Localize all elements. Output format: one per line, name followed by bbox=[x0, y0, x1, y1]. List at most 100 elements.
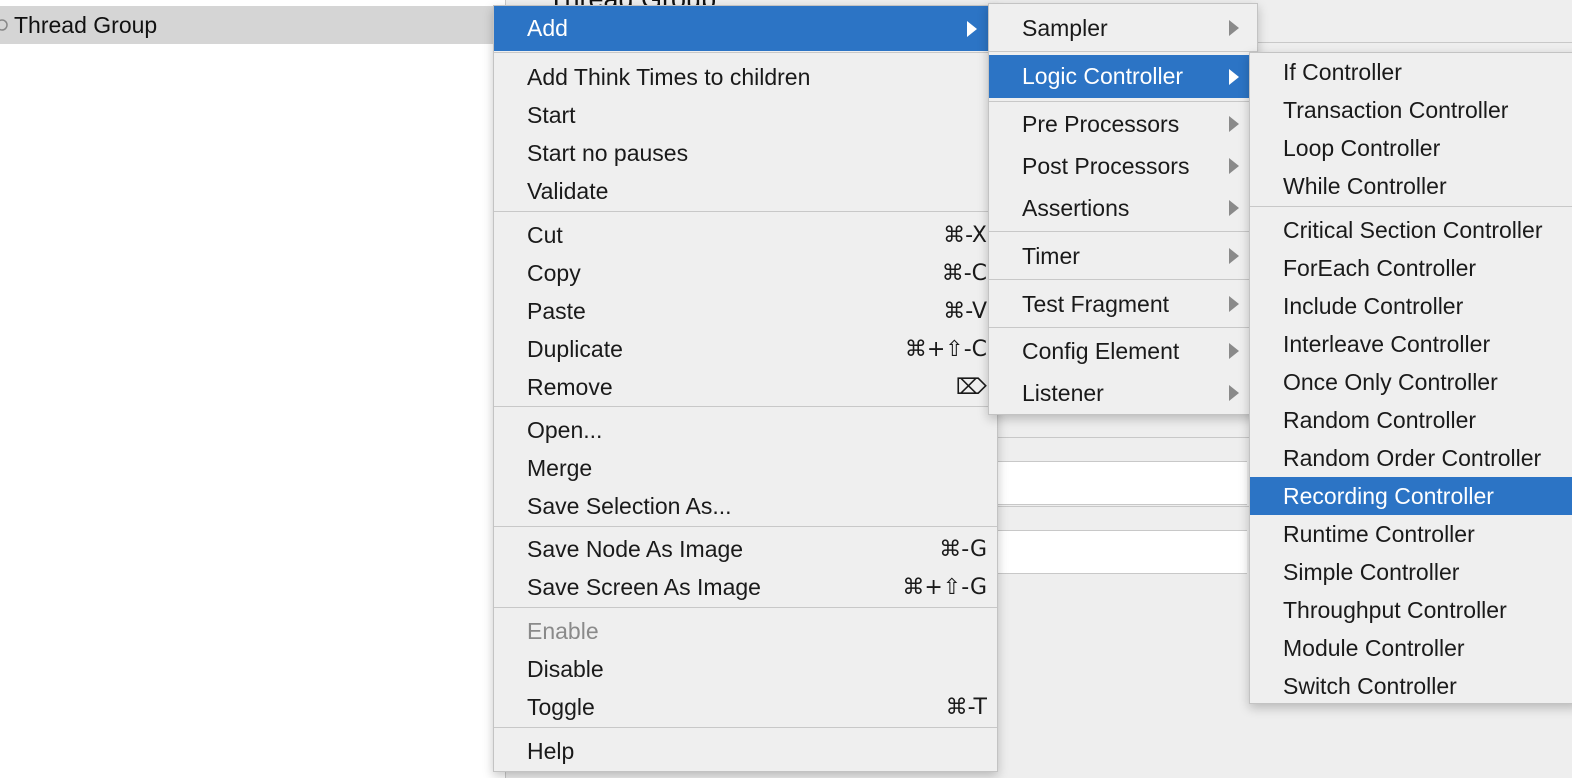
menu-item-label: Random Order Controller bbox=[1283, 444, 1542, 471]
menu-item-label: Test Fragment bbox=[1022, 290, 1169, 317]
menu-item-label: Start bbox=[527, 101, 576, 128]
delete-key-icon: ⌦ bbox=[955, 374, 987, 400]
menu-item-label: Logic Controller bbox=[1022, 63, 1184, 89]
menu-item-merge[interactable]: Merge bbox=[494, 449, 997, 487]
menu-item-help[interactable]: Help bbox=[494, 732, 997, 770]
submenu-item-include-controller[interactable]: Include Controller bbox=[1250, 287, 1572, 325]
submenu-item-pre-processors[interactable]: Pre Processors bbox=[989, 104, 1257, 144]
menu-item-save-screen-as-image[interactable]: Save Screen As Image ⌘+⇧-G bbox=[494, 568, 997, 606]
menu-item-label: Add Think Times to children bbox=[527, 63, 811, 90]
menu-item-label: Save Screen As Image bbox=[527, 573, 761, 600]
submenu-item-if-controller[interactable]: If Controller bbox=[1250, 53, 1572, 91]
test-plan-tree: Thread Group bbox=[0, 0, 505, 778]
menu-item-label: Disable bbox=[527, 655, 604, 682]
menu-separator bbox=[494, 406, 997, 407]
menu-item-label: Start no pauses bbox=[527, 139, 689, 166]
shortcut-label: ⌘-G bbox=[939, 536, 987, 562]
submenu-item-config-element[interactable]: Config Element bbox=[989, 331, 1257, 371]
menu-separator bbox=[989, 51, 1257, 52]
menu-separator bbox=[989, 279, 1257, 280]
submenu-item-module-controller[interactable]: Module Controller bbox=[1250, 629, 1572, 667]
tree-item-thread-group[interactable]: Thread Group bbox=[0, 6, 505, 44]
submenu-item-throughput-controller[interactable]: Throughput Controller bbox=[1250, 591, 1572, 629]
menu-item-paste[interactable]: Paste ⌘-V bbox=[494, 292, 997, 330]
menu-item-save-node-as-image[interactable]: Save Node As Image ⌘-G bbox=[494, 530, 997, 568]
menu-item-add[interactable]: Add bbox=[494, 6, 997, 51]
menu-item-label: Pre Processors bbox=[1022, 110, 1180, 137]
logic-controller-submenu: If Controller Transaction Controller Loo… bbox=[1249, 52, 1572, 704]
menu-item-label: Timer bbox=[1022, 242, 1080, 269]
menu-item-label: If Controller bbox=[1283, 58, 1402, 85]
submenu-item-sampler[interactable]: Sampler bbox=[989, 6, 1257, 50]
submenu-arrow-icon bbox=[967, 20, 977, 37]
submenu-item-transaction-controller[interactable]: Transaction Controller bbox=[1250, 91, 1572, 129]
menu-item-label: Cut bbox=[527, 221, 563, 248]
menu-item-label: Config Element bbox=[1022, 337, 1180, 364]
menu-item-label: Random Controller bbox=[1283, 406, 1477, 433]
menu-item-start-no-pauses[interactable]: Start no pauses bbox=[494, 134, 997, 172]
menu-item-add-think-times[interactable]: Add Think Times to children bbox=[494, 58, 997, 96]
menu-item-label: Copy bbox=[527, 259, 581, 286]
submenu-item-random-controller[interactable]: Random Controller bbox=[1250, 401, 1572, 439]
submenu-item-test-fragment[interactable]: Test Fragment bbox=[989, 283, 1257, 325]
submenu-item-switch-controller[interactable]: Switch Controller bbox=[1250, 667, 1572, 705]
editor-divider bbox=[997, 506, 1257, 507]
editor-text-field[interactable] bbox=[997, 530, 1247, 574]
menu-item-label: Assertions bbox=[1022, 194, 1130, 221]
menu-item-disable[interactable]: Disable bbox=[494, 650, 997, 688]
menu-item-validate[interactable]: Validate bbox=[494, 172, 997, 210]
shortcut-label: ⌘-C bbox=[941, 260, 987, 286]
menu-item-label: Interleave Controller bbox=[1283, 330, 1491, 357]
submenu-item-timer[interactable]: Timer bbox=[989, 235, 1257, 277]
menu-item-open[interactable]: Open... bbox=[494, 411, 997, 449]
menu-item-label: Module Controller bbox=[1283, 634, 1465, 661]
menu-item-toggle[interactable]: Toggle ⌘-T bbox=[494, 688, 997, 726]
tree-item-label: Thread Group bbox=[14, 11, 158, 38]
gear-icon bbox=[0, 19, 8, 31]
submenu-arrow-icon bbox=[1229, 248, 1239, 264]
menu-item-label: Duplicate bbox=[527, 335, 623, 362]
submenu-item-listener[interactable]: Listener bbox=[989, 373, 1257, 413]
submenu-item-assertions[interactable]: Assertions bbox=[989, 188, 1257, 228]
submenu-item-critical-section-controller[interactable]: Critical Section Controller bbox=[1250, 211, 1572, 249]
menu-item-label: Add bbox=[527, 15, 568, 41]
menu-item-label: Remove bbox=[527, 373, 613, 400]
menu-item-label: Sampler bbox=[1022, 14, 1108, 41]
menu-item-cut[interactable]: Cut ⌘-X bbox=[494, 216, 997, 254]
shortcut-label: ⌘-V bbox=[943, 298, 987, 324]
add-submenu: Sampler Logic Controller Pre Processors … bbox=[988, 3, 1258, 415]
submenu-item-loop-controller[interactable]: Loop Controller bbox=[1250, 129, 1572, 167]
menu-separator bbox=[989, 101, 1257, 102]
menu-item-label: Loop Controller bbox=[1283, 134, 1441, 161]
menu-separator bbox=[1250, 206, 1572, 207]
submenu-arrow-icon bbox=[1229, 158, 1239, 174]
editor-divider bbox=[997, 437, 1257, 438]
menu-item-label: ForEach Controller bbox=[1283, 254, 1477, 281]
menu-item-duplicate[interactable]: Duplicate ⌘+⇧-C bbox=[494, 330, 997, 368]
menu-item-label: Listener bbox=[1022, 379, 1104, 406]
submenu-item-while-controller[interactable]: While Controller bbox=[1250, 167, 1572, 205]
submenu-item-once-only-controller[interactable]: Once Only Controller bbox=[1250, 363, 1572, 401]
menu-item-label: Toggle bbox=[527, 693, 595, 720]
menu-item-label: Runtime Controller bbox=[1283, 520, 1475, 547]
submenu-item-runtime-controller[interactable]: Runtime Controller bbox=[1250, 515, 1572, 553]
submenu-item-logic-controller[interactable]: Logic Controller bbox=[989, 55, 1257, 98]
menu-item-label: Recording Controller bbox=[1283, 482, 1494, 509]
shortcut-label: ⌘+⇧-G bbox=[902, 574, 987, 600]
submenu-item-random-order-controller[interactable]: Random Order Controller bbox=[1250, 439, 1572, 477]
submenu-item-recording-controller[interactable]: Recording Controller bbox=[1250, 477, 1572, 515]
submenu-item-interleave-controller[interactable]: Interleave Controller bbox=[1250, 325, 1572, 363]
context-menu: Add Add Think Times to children Start St… bbox=[493, 5, 998, 772]
menu-item-enable: Enable bbox=[494, 612, 997, 650]
menu-item-start[interactable]: Start bbox=[494, 96, 997, 134]
submenu-item-foreach-controller[interactable]: ForEach Controller bbox=[1250, 249, 1572, 287]
menu-item-label: Switch Controller bbox=[1283, 672, 1457, 699]
menu-item-label: While Controller bbox=[1283, 172, 1447, 199]
menu-item-label: Merge bbox=[527, 454, 593, 481]
submenu-item-post-processors[interactable]: Post Processors bbox=[989, 146, 1257, 186]
submenu-item-simple-controller[interactable]: Simple Controller bbox=[1250, 553, 1572, 591]
editor-text-field[interactable] bbox=[997, 461, 1247, 505]
menu-item-save-selection-as[interactable]: Save Selection As... bbox=[494, 487, 997, 525]
menu-item-remove[interactable]: Remove ⌦ bbox=[494, 368, 997, 406]
menu-item-copy[interactable]: Copy ⌘-C bbox=[494, 254, 997, 292]
